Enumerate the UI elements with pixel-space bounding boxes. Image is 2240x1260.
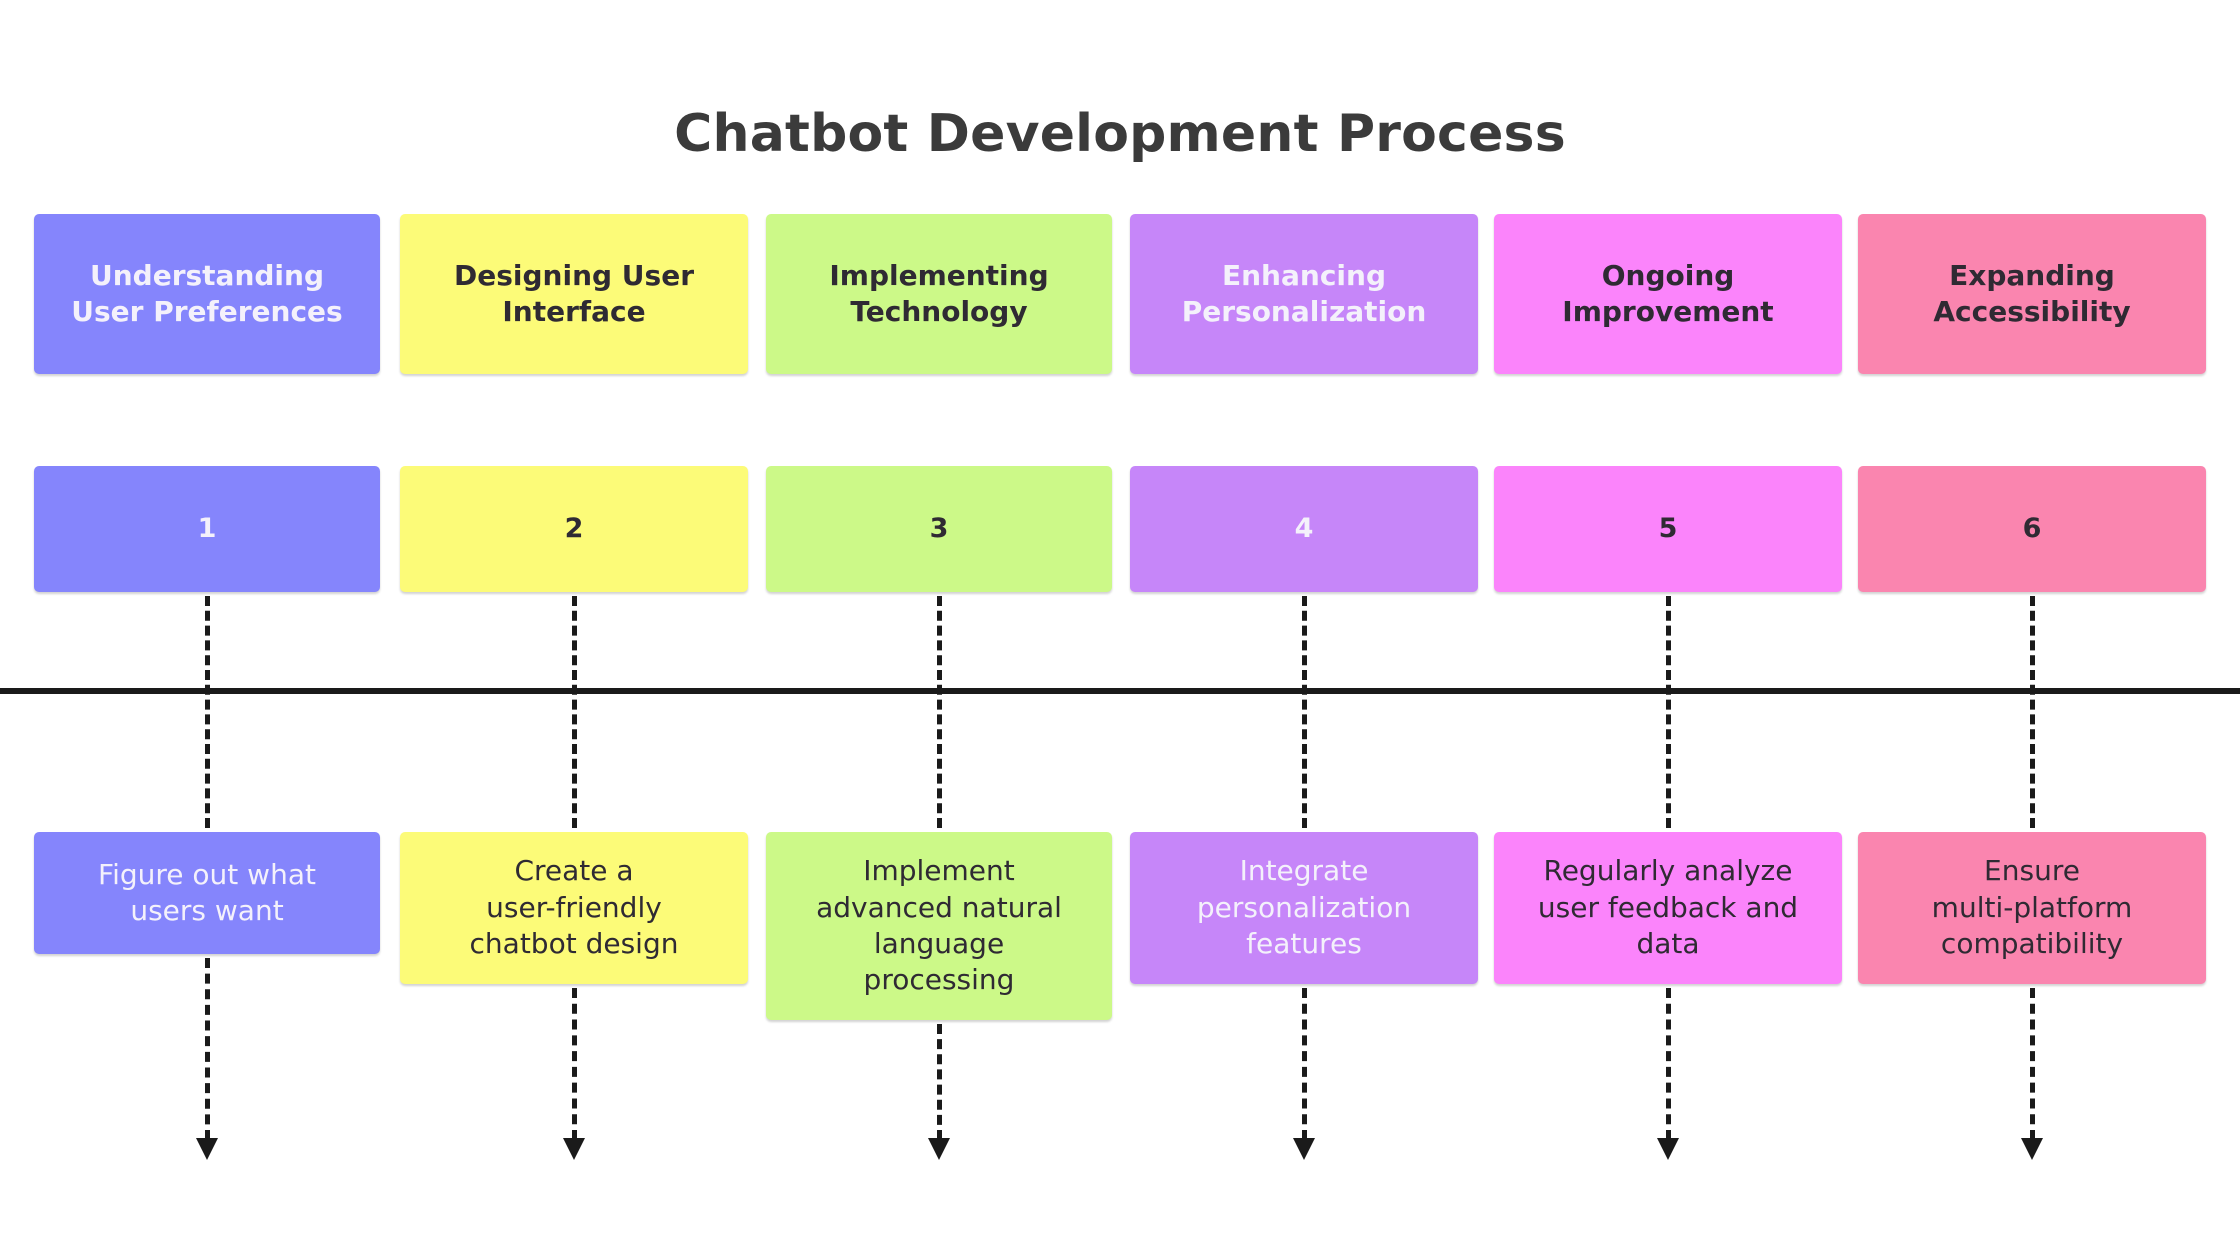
- connector-arrowhead: [563, 1138, 585, 1160]
- step-number-box-6: 6: [1858, 466, 2206, 592]
- description-box-1-label: Figure out what users want: [98, 857, 316, 927]
- phase-box-5-label: Ongoing Improvement: [1562, 258, 1774, 328]
- connector-arrowhead: [1657, 1138, 1679, 1160]
- connector-line: [572, 596, 577, 828]
- description-box-2-label: Create a user-friendly chatbot design: [469, 854, 679, 961]
- phase-box-3-label: Implementing Technology: [829, 258, 1049, 328]
- timeline-axis: [0, 688, 2240, 694]
- step-number-box-4: 4: [1130, 466, 1478, 592]
- phase-box-6: Expanding Accessibility: [1858, 214, 2206, 374]
- phase-box-4-label: Enhancing Personalization: [1181, 258, 1427, 328]
- process-diagram-canvas: Chatbot Development Process Understandin…: [0, 0, 2240, 1260]
- connector-line: [205, 958, 210, 1140]
- description-box-5: Regularly analyze user feedback and data: [1494, 832, 1842, 984]
- phase-box-3: Implementing Technology: [766, 214, 1112, 374]
- connector-arrowhead: [1293, 1138, 1315, 1160]
- description-box-6-label: Ensure multi-platform compatibility: [1931, 854, 2133, 961]
- phase-box-1-label: Understanding User Preferences: [71, 258, 343, 328]
- connector-line: [1666, 988, 1671, 1140]
- step-number-box-5-label: 5: [1658, 513, 1678, 545]
- description-box-3: Implement advanced natural language proc…: [766, 832, 1112, 1020]
- description-box-2: Create a user-friendly chatbot design: [400, 832, 748, 984]
- connector-line: [2030, 596, 2035, 828]
- step-number-box-5: 5: [1494, 466, 1842, 592]
- phase-box-2: Designing User Interface: [400, 214, 748, 374]
- step-number-box-3: 3: [766, 466, 1112, 592]
- connector-arrowhead: [928, 1138, 950, 1160]
- description-box-6: Ensure multi-platform compatibility: [1858, 832, 2206, 984]
- phase-box-4: Enhancing Personalization: [1130, 214, 1478, 374]
- connector-line: [205, 596, 210, 828]
- step-number-box-4-label: 4: [1294, 513, 1314, 545]
- connector-arrowhead: [2021, 1138, 2043, 1160]
- step-number-box-1: 1: [34, 466, 380, 592]
- phase-box-2-label: Designing User Interface: [454, 258, 694, 328]
- description-box-5-label: Regularly analyze user feedback and data: [1537, 854, 1799, 961]
- step-number-box-2-label: 2: [564, 513, 584, 545]
- phase-box-1: Understanding User Preferences: [34, 214, 380, 374]
- step-number-box-1-label: 1: [197, 513, 217, 545]
- description-box-4: Integrate personalization features: [1130, 832, 1478, 984]
- connector-line: [1302, 988, 1307, 1140]
- connector-arrowhead: [196, 1138, 218, 1160]
- description-box-1: Figure out what users want: [34, 832, 380, 954]
- connector-line: [1302, 596, 1307, 828]
- step-number-box-2: 2: [400, 466, 748, 592]
- connector-line: [572, 988, 577, 1140]
- description-box-4-label: Integrate personalization features: [1196, 854, 1412, 961]
- description-box-3-label: Implement advanced natural language proc…: [816, 854, 1062, 997]
- step-number-box-6-label: 6: [2022, 513, 2042, 545]
- phase-box-6-label: Expanding Accessibility: [1933, 258, 2131, 328]
- page-title: Chatbot Development Process: [674, 104, 1566, 164]
- connector-line: [2030, 988, 2035, 1140]
- step-number-box-3-label: 3: [929, 513, 949, 545]
- connector-line: [937, 596, 942, 828]
- connector-line: [1666, 596, 1671, 828]
- phase-box-5: Ongoing Improvement: [1494, 214, 1842, 374]
- connector-line: [937, 1024, 942, 1140]
